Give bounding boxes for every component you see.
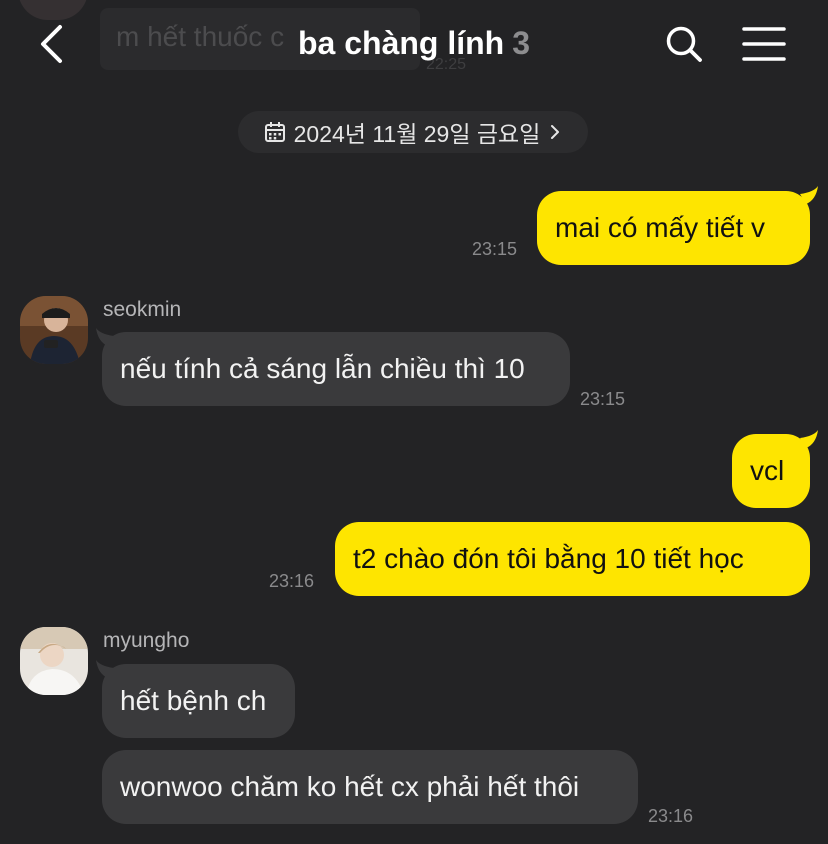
calendar-icon [264, 122, 285, 142]
bubble-tail [96, 328, 114, 346]
pinned-avatar [18, 0, 88, 20]
message-text: nếu tính cả sáng lẫn chiều thì 10 [120, 353, 525, 384]
search-button[interactable] [664, 24, 704, 64]
avatar-myungho[interactable] [20, 627, 88, 695]
my-message-bubble[interactable]: t2 chào đón tôi bằng 10 tiết học [335, 522, 810, 596]
bubble-tail [800, 430, 818, 448]
sender-name: seokmin [103, 298, 182, 321]
chat-name: ba chàng lính [297, 25, 505, 61]
message-text: t2 chào đón tôi bằng 10 tiết học [353, 543, 744, 574]
my-message-bubble[interactable]: vcl [732, 434, 810, 508]
their-message-bubble[interactable]: wonwoo chăm ko hết cx phải hết thôi [102, 750, 638, 824]
my-message-bubble[interactable]: mai có mấy tiết v [537, 191, 810, 265]
message-time: 23:16 [648, 806, 694, 826]
message-text: vcl [750, 455, 785, 486]
avatar-photo [20, 627, 88, 695]
message-time: 23:15 [472, 239, 518, 259]
avatar-seokmin[interactable] [20, 296, 88, 364]
message-text: wonwoo chăm ko hết cx phải hết thôi [120, 771, 580, 802]
date-label: 2024년 11월 29일 금요일 [293, 121, 541, 147]
sender-name: myungho [103, 629, 190, 652]
their-message-bubble[interactable]: nếu tính cả sáng lẫn chiều thì 10 [102, 332, 570, 406]
chevron-right-icon [551, 125, 560, 139]
message-text: mai có mấy tiết v [555, 212, 766, 243]
member-count: 3 [512, 25, 531, 61]
avatar-photo [20, 296, 88, 364]
hamburger-menu-icon [742, 27, 786, 61]
bubble-tail [96, 660, 114, 678]
menu-button[interactable] [742, 26, 786, 62]
bubble-tail [800, 186, 818, 204]
message-time: 23:15 [580, 389, 626, 409]
their-message-bubble[interactable]: hết bệnh ch [102, 664, 295, 738]
date-divider[interactable]: 2024년 11월 29일 금요일 [238, 111, 588, 153]
search-icon [666, 26, 702, 62]
message-text: hết bệnh ch [120, 685, 267, 716]
message-time: 23:16 [269, 571, 315, 591]
